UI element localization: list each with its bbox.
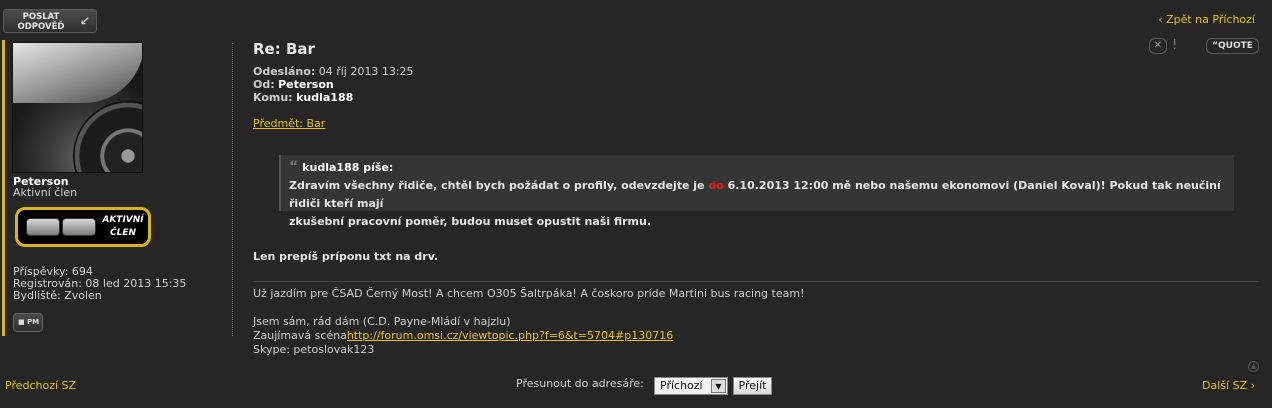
quote-text-part1: Zdravím všechny řidiče, chtěl bych požád… bbox=[289, 179, 709, 192]
author-rank: Aktivní člen bbox=[13, 186, 78, 199]
user-icon: ■ bbox=[18, 318, 25, 326]
meta-sent-label: Odesláno: bbox=[253, 65, 316, 78]
pm-label: PM bbox=[27, 318, 40, 326]
avatar-wheel bbox=[73, 101, 142, 172]
go-button[interactable]: Přejít bbox=[733, 377, 772, 395]
quote-text-red: do bbox=[708, 179, 724, 192]
send-reply-label-line1: POSLAT bbox=[22, 12, 60, 22]
next-message-link[interactable]: Další SZ › bbox=[1202, 379, 1255, 392]
post-actions: ✕ ! “QUOTE bbox=[1149, 37, 1259, 55]
meta-from-value[interactable]: Peterson bbox=[278, 78, 334, 91]
rank-badge-line2: ČLEN bbox=[109, 228, 137, 238]
signature-line4: Skype: petoslovak123 bbox=[253, 343, 375, 356]
meta-from-label: Od: bbox=[253, 78, 275, 91]
signature-line3: Zaujímavá scénahttp://forum.omsi.cz/view… bbox=[253, 329, 804, 343]
reply-arrow-icon: ↙ bbox=[79, 14, 90, 28]
message-body: Len prepíš príponu txt na drv. bbox=[253, 250, 439, 263]
quote-text-line1: Zdravím všechny řidiče, chtěl bych požád… bbox=[289, 177, 1234, 213]
quote-button[interactable]: “QUOTE bbox=[1206, 38, 1259, 54]
send-reply-button[interactable]: POSLAT ODPOVĚĎ ↙ bbox=[3, 9, 97, 33]
quote-label: QUOTE bbox=[1218, 41, 1253, 51]
move-folder-label: Přesunout do adresáře: bbox=[516, 377, 644, 390]
folder-select-value: Příchozí bbox=[660, 379, 703, 392]
signature-line3-prefix: Zaujímavá scéna bbox=[253, 329, 347, 342]
meta-sent-value: 04 říj 2013 13:25 bbox=[318, 65, 414, 78]
chevron-down-icon: ▼ bbox=[711, 379, 726, 393]
previous-message-link[interactable]: Předchozí SZ bbox=[5, 379, 76, 392]
meta-to: Komu: kudla188 bbox=[253, 91, 414, 104]
back-to-inbox-link[interactable]: ‹ Zpět na Příchozí bbox=[1158, 13, 1255, 26]
quote-block: “kudla188 píše: Zdravím všechny řidiče, … bbox=[279, 155, 1234, 228]
delete-icon[interactable]: ✕ bbox=[1149, 38, 1167, 54]
avatar-car-body bbox=[13, 43, 142, 103]
avatar bbox=[12, 42, 143, 173]
warning-icon[interactable]: ! bbox=[1172, 38, 1177, 53]
meta-sent: Odesláno: 04 říj 2013 13:25 bbox=[253, 65, 414, 78]
pm-button[interactable]: ■ PM bbox=[13, 313, 43, 332]
author-stats: Příspěvky: 694 Registrován: 08 led 2013 … bbox=[13, 266, 186, 302]
rank-badge-line1: AKTIVNÍ bbox=[102, 215, 144, 225]
quote-text-line2: zkušební pracovní poměr, budou muset opu… bbox=[289, 215, 651, 228]
meta-from: Od: Peterson bbox=[253, 78, 414, 91]
author-location: Bydliště: Zvolen bbox=[13, 289, 102, 302]
bus-icon bbox=[26, 218, 60, 236]
signature: Už jazdím pre ČSAD Černý Most! A chcem O… bbox=[253, 287, 804, 357]
quote-mark-icon: “ bbox=[289, 159, 299, 175]
folder-select[interactable]: Příchozí ▼ bbox=[654, 377, 728, 395]
signature-line1: Už jazdím pre ČSAD Černý Most! A chcem O… bbox=[253, 287, 805, 300]
quote-header: “kudla188 píše: bbox=[289, 158, 1234, 177]
send-reply-label: POSLAT ODPOVĚĎ bbox=[10, 12, 72, 32]
message-subject: Re: Bar bbox=[253, 40, 315, 58]
signature-link[interactable]: http://forum.omsi.cz/viewtopic.php?f=6&t… bbox=[347, 329, 673, 342]
meta-to-value[interactable]: kudla188 bbox=[296, 91, 353, 104]
rank-badge-text: AKTIVNÍ ČLEN bbox=[98, 214, 148, 240]
signature-line2: Jsem sám, rád dám (C.D. Payne-Mládí v ha… bbox=[253, 315, 511, 328]
quote-author: kudla188 píše: bbox=[302, 161, 394, 174]
rank-badge: AKTIVNÍ ČLEN bbox=[15, 207, 151, 247]
signature-blank bbox=[253, 301, 804, 315]
back-to-top-icon[interactable]: ▲ bbox=[1248, 361, 1259, 372]
meta-to-label: Komu: bbox=[253, 91, 293, 104]
message-meta: Odesláno: 04 říj 2013 13:25 Od: Peterson… bbox=[253, 65, 414, 104]
bus-icon bbox=[62, 218, 96, 236]
vertical-divider bbox=[232, 43, 233, 336]
signature-divider bbox=[253, 281, 1259, 282]
message-topic[interactable]: Předmět: Bar bbox=[253, 117, 325, 130]
send-reply-label-line2: ODPOVĚĎ bbox=[17, 22, 65, 32]
